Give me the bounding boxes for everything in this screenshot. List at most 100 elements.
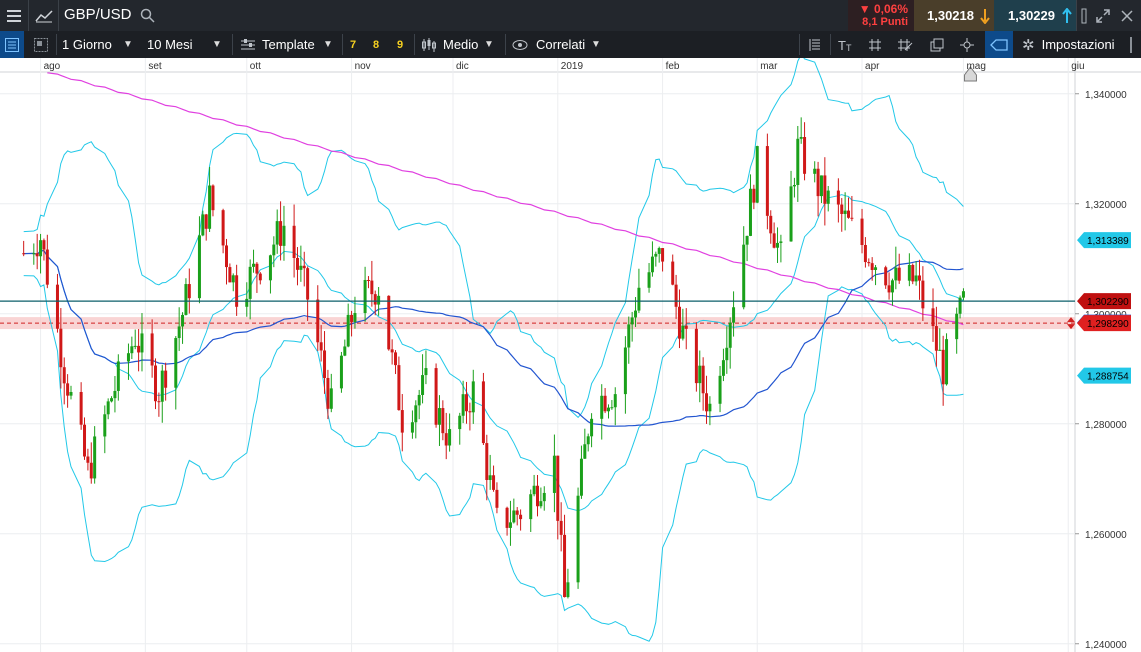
chart-view-button[interactable] xyxy=(30,0,58,31)
fullscreen-button[interactable] xyxy=(1092,0,1114,31)
candle-body xyxy=(150,333,154,366)
settings-button[interactable]: ✲ Impostazioni xyxy=(1022,31,1122,58)
grid-layout-button[interactable] xyxy=(30,31,52,58)
candle xyxy=(961,288,965,301)
candle-body xyxy=(177,326,181,339)
candle xyxy=(586,433,590,452)
price-label-button[interactable] xyxy=(985,31,1013,58)
candle-body xyxy=(164,370,168,388)
candle xyxy=(606,404,610,419)
range-value: 10 Mesi xyxy=(147,37,193,52)
list-view-button[interactable] xyxy=(0,31,24,58)
candle-body xyxy=(93,436,97,479)
candle xyxy=(437,395,441,446)
candle-body xyxy=(556,455,560,521)
candle-body xyxy=(921,280,925,309)
candle-body xyxy=(850,217,854,219)
candle-body xyxy=(552,455,556,493)
related-label: Correlati xyxy=(536,37,586,52)
chart-canvas[interactable]: ago set ott nov dic 2019 feb mar apr mag giu 1,340… xyxy=(0,58,1141,652)
trade-ticket-button[interactable] xyxy=(804,31,826,58)
candle-body xyxy=(59,328,63,368)
chart-type-select[interactable]: Medio ▼ xyxy=(421,31,501,58)
candle xyxy=(532,474,536,497)
candle xyxy=(519,509,523,531)
candle xyxy=(441,400,445,441)
text-tool-button[interactable]: TT xyxy=(835,31,857,58)
date-axis-label: set xyxy=(148,61,162,72)
buy-button[interactable]: 1,30229 xyxy=(994,0,1076,31)
candle xyxy=(116,354,120,401)
toolbar-scroll-handle[interactable] xyxy=(1124,31,1138,58)
candle-body xyxy=(779,241,783,243)
sell-price: 1,30218 xyxy=(927,8,974,23)
candle-body xyxy=(69,391,73,396)
quick-template-7[interactable]: 7 xyxy=(350,31,356,58)
candle xyxy=(799,117,803,144)
candle-body xyxy=(627,324,631,348)
candle-body xyxy=(55,284,59,329)
instrument-symbol[interactable]: GBP/USD xyxy=(64,6,132,23)
candle-body xyxy=(519,514,523,520)
search-button[interactable] xyxy=(137,0,157,31)
candle-body xyxy=(22,253,26,255)
candle-body xyxy=(279,221,283,246)
candle-body xyxy=(694,328,698,384)
candle xyxy=(204,213,208,241)
candle-body xyxy=(508,522,512,528)
crosshair-grid-button[interactable] xyxy=(894,31,916,58)
price-chart[interactable]: ago set ott nov dic 2019 feb mar apr mag giu 1,340… xyxy=(0,58,1141,652)
quick-template-8[interactable]: 8 xyxy=(373,31,379,58)
candle xyxy=(231,273,235,292)
candle-body xyxy=(390,349,394,353)
grid-layout-icon xyxy=(34,37,48,52)
candle-body xyxy=(103,414,107,437)
candle-body xyxy=(417,394,421,406)
candle-body xyxy=(377,295,381,305)
range-select[interactable]: 10 Mesi ▼ xyxy=(147,31,225,58)
candle-body xyxy=(836,190,840,205)
template-label: Template xyxy=(262,37,315,52)
candle-body xyxy=(765,146,769,216)
candle xyxy=(779,234,783,263)
candle xyxy=(458,412,462,445)
layout-button[interactable] xyxy=(1077,0,1091,31)
candle xyxy=(745,235,749,262)
copy-chart-button[interactable] xyxy=(926,31,948,58)
candle xyxy=(566,568,570,599)
candle-body xyxy=(437,408,441,425)
candle-body xyxy=(894,267,898,281)
candle xyxy=(42,238,46,261)
candle xyxy=(343,339,347,357)
sell-button[interactable]: 1,30218 xyxy=(914,0,994,31)
candle-body xyxy=(292,225,296,258)
candle-body xyxy=(197,235,201,299)
candle xyxy=(914,261,918,286)
candle xyxy=(448,413,452,452)
candle xyxy=(410,410,414,439)
candle xyxy=(556,455,560,540)
candle xyxy=(35,233,39,270)
candle-body xyxy=(89,462,93,479)
grid-toggle-button[interactable] xyxy=(864,31,886,58)
related-select[interactable]: Correlati ▼ xyxy=(512,31,604,58)
crosshair-button[interactable] xyxy=(956,31,978,58)
candle-body xyxy=(370,280,374,295)
close-button[interactable] xyxy=(1116,0,1138,31)
menu-button[interactable] xyxy=(0,0,28,31)
candle-body xyxy=(637,287,641,311)
candle xyxy=(694,322,698,392)
candle xyxy=(671,254,675,286)
candle-body xyxy=(917,275,921,281)
candle-body xyxy=(231,275,235,283)
timeframe-select[interactable]: 1 Giorno ▼ xyxy=(62,31,136,58)
candle xyxy=(867,258,871,267)
template-select[interactable]: Template ▼ xyxy=(240,31,336,58)
svg-text:T: T xyxy=(838,38,846,52)
candle xyxy=(765,133,769,230)
candle xyxy=(840,198,844,232)
candle-body xyxy=(201,214,205,236)
candle xyxy=(465,381,469,424)
candle xyxy=(295,247,299,286)
quick-template-9[interactable]: 9 xyxy=(397,31,403,58)
